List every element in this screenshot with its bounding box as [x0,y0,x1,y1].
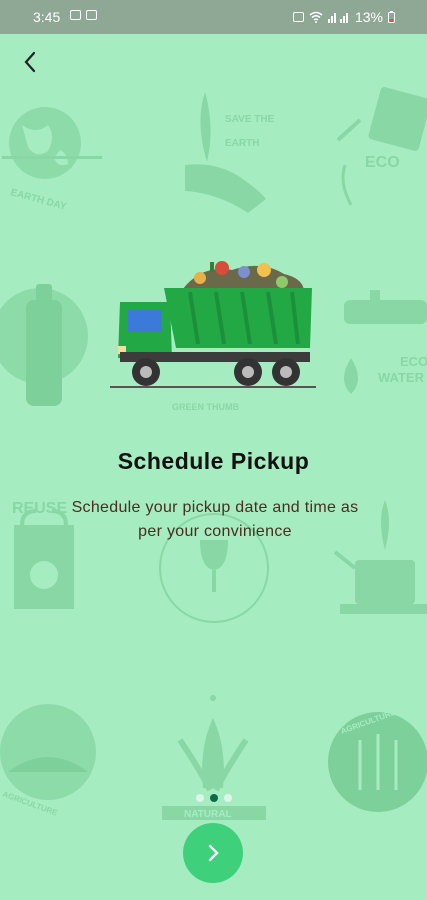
earth-label: EARTH [225,138,259,149]
eco-water-faucet-icon: ECO WATER [344,290,427,394]
earth-day-globe-icon: EARTH DAY [2,107,102,213]
eco-water-label-1: ECO [400,354,427,369]
page-dot-3 [223,794,232,802]
status-system-icons: 13% [292,9,395,25]
back-arrow-icon [24,51,36,73]
back-button[interactable] [14,48,46,76]
save-the-label: SAVE THE [225,114,275,125]
page-dot-1 [195,794,204,802]
bottle-icon [0,284,88,406]
status-notification-icons [70,10,97,20]
eco-label: ECO [365,154,400,171]
battery-icon [388,11,395,23]
battery-percent: 13% [354,9,383,25]
garbage-pile-icon [182,261,304,290]
chevron-right-icon [208,844,219,862]
wifi-icon [309,11,323,23]
data-saver-icon [292,12,304,22]
natural-label: NATURAL [184,809,232,820]
gallery-icon [70,10,81,20]
save-earth-plant-icon: SAVE THE EARTH [185,92,275,213]
onboarding-subtitle: Schedule your pickup date and time as pe… [71,499,359,540]
page-dot-2-active [209,794,218,802]
status-time: 3:45 [33,9,61,25]
next-button[interactable] [183,823,243,883]
eco-watering-can-icon: ECO [336,87,427,206]
status-bar: 3:45 13% [0,0,427,34]
eco-water-label-2: WATER [378,370,425,385]
screen-icon [86,10,97,20]
earth-day-label: EARTH DAY [9,187,68,213]
onboarding-title: Schedule Pickup [117,448,310,474]
page-indicator [0,794,427,802]
truck-wheels [132,358,300,386]
garbage-truck-illustration [110,261,316,388]
signal-icon [327,13,348,23]
